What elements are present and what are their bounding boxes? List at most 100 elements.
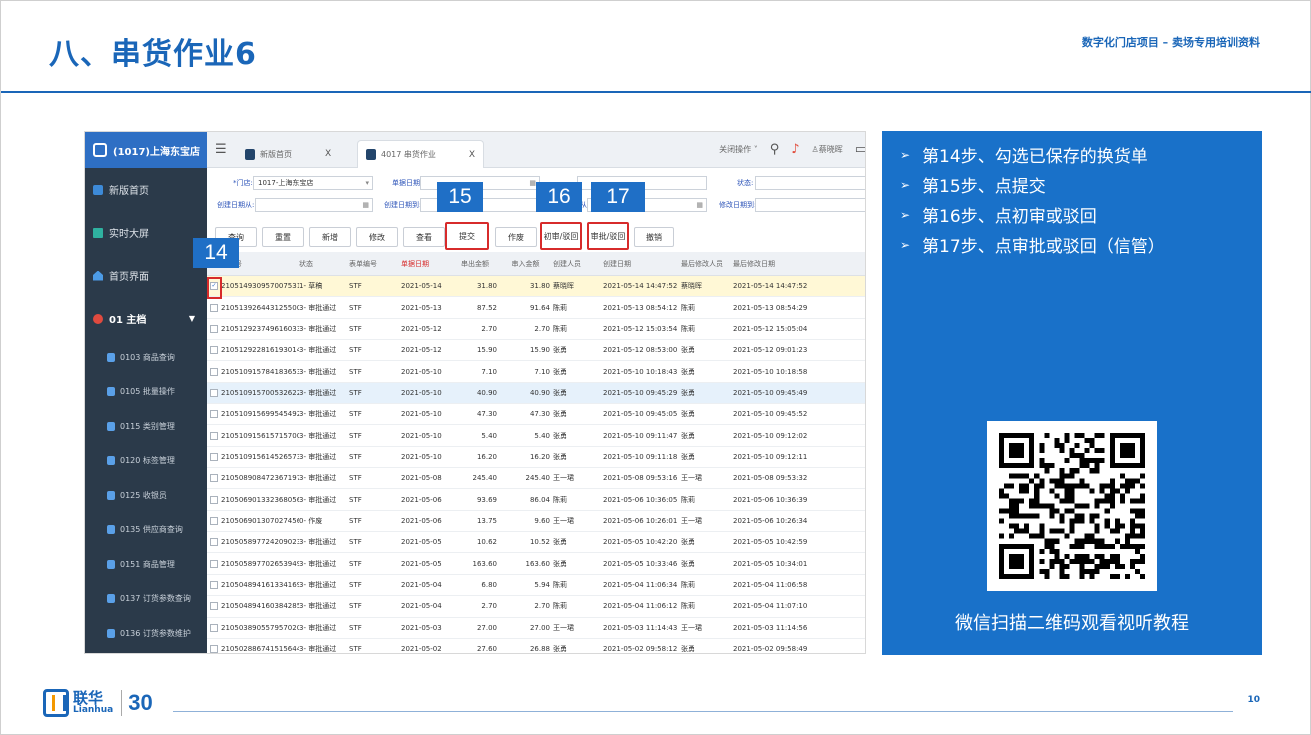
row-checkbox[interactable] [210,388,218,397]
table-cell: 2021-05-04 [401,580,442,589]
row-checkbox[interactable] [210,303,218,312]
sidebar-subitem[interactable]: 0125 收银员 [85,478,207,513]
close-ops-dropdown[interactable]: 关闭操作 ˅ [719,144,758,155]
table-cell: 2021-05-13 08:54:12 [603,303,678,312]
sidebar-subitem[interactable]: 0136 订货参数维护 [85,616,207,651]
sidebar-subitem[interactable]: 0137 订货参数查询 [85,582,207,617]
column-header[interactable]: 最后修改日期 [733,259,811,269]
table-row[interactable]: 210513926443125500...3- 审批通过 STF 2021-05-1… [207,297,865,319]
row-checkbox[interactable] [210,367,218,376]
sidebar-subitem-label: 0151 商品管理 [120,559,175,569]
table-cell: STF [349,495,362,504]
user-name: 蔡晓晖 [818,145,843,154]
tab-new-home[interactable]: 新版首页 X [237,140,339,168]
table-row[interactable]: 210510915700532622...3- 审批通过 STF 2021-05-1… [207,382,865,405]
table-row[interactable]: 210503890557957020...3- 审批通过 STF 2021-05-0… [207,618,865,639]
step-text: 第16步、点初审或驳回 [922,207,1097,227]
bell-icon[interactable]: ♪ [791,142,799,157]
table-row[interactable]: 210506901332368056...3- 审批通过 STF 2021-05-0… [207,489,865,511]
column-header[interactable]: 单据日期 [401,259,453,269]
calendar-icon: ▦ [362,201,369,209]
column-header[interactable]: 创建日期 [603,259,681,269]
table-row[interactable]: 210510915615715700...3- 审批通过 STF 2021-05-1… [207,425,865,447]
sidebar-item-new-home[interactable]: 新版首页 [85,168,207,211]
qr-code[interactable] [987,421,1157,591]
sidebar-subitem[interactable]: 0105 批量操作 [85,375,207,410]
table-row[interactable]: ✓210514930957007531...1- 草稿STF2021-05-14… [207,276,865,298]
column-header[interactable]: 创建人员 [553,259,603,269]
reset-button[interactable]: 重置 [262,227,304,247]
view-button[interactable]: 查看 [403,227,445,247]
sidebar-subitem[interactable]: 0151 商品管理 [85,547,207,582]
table-row[interactable]: 210505897724209023...3- 审批通过 STF 2021-05-0… [207,532,865,554]
sidebar-group-master[interactable]: 01 主档 ▼ [85,297,207,340]
add-button[interactable]: 新增 [309,227,351,247]
column-header[interactable]: 串入金额 [501,259,553,269]
row-checkbox[interactable] [210,602,218,611]
table-row[interactable]: 210506901307027456...0- 作废 STF 2021-05-06 1… [207,511,865,533]
row-checkbox[interactable] [210,516,218,525]
column-header[interactable]: 状态 [299,259,349,269]
table-row[interactable]: 210508908472367197...3- 审批通过 STF 2021-05-0… [207,468,865,490]
column-header[interactable]: 表单编号 [349,259,401,269]
sidebar-subitem[interactable]: 0115 类别管理 [85,409,207,444]
row-checkbox-cell [207,645,221,653]
store-select[interactable]: 1017-上海东宝店 ▾ [253,176,373,190]
column-header[interactable]: 最后修改人员 [681,259,733,269]
row-checkbox-cell [207,346,221,355]
table-row[interactable]: 210510915614526573...3- 审批通过 STF 2021-05-1… [207,447,865,469]
table-cell: 陈莉 [553,495,567,504]
monitor-icon[interactable]: ▭ [855,142,865,157]
sidebar-subitem[interactable]: 0103 商品查询 [85,340,207,375]
created-to-label: 创建日期到: [384,201,422,209]
table-cell: 王一珺 [553,516,574,525]
initial-review-button[interactable]: 初审/驳回 [540,222,582,250]
row-checkbox[interactable] [210,474,218,483]
sidebar-subitem[interactable]: 0120 标签管理 [85,444,207,479]
row-checkbox[interactable] [210,645,218,653]
menu-icon[interactable]: ☰ [215,142,227,157]
table-row[interactable]: 210505897702653949...3- 审批通过 STF 2021-05-0… [207,553,865,575]
table-cell: 3- 审批通过 [299,367,337,376]
created-from-input[interactable]: ▦ [255,198,373,212]
row-checkbox[interactable] [210,346,218,355]
close-icon[interactable]: X [469,150,475,160]
table-cell: STF [349,431,362,440]
row-checkbox[interactable] [210,410,218,419]
row-checkbox-cell [207,367,221,376]
row-checkbox[interactable] [210,623,218,632]
row-checkbox[interactable] [210,324,218,333]
approve-button[interactable]: 审批/驳回 [587,222,629,250]
row-checkbox[interactable] [210,559,218,568]
table-cell: 张勇 [681,431,695,440]
sidebar-subitem[interactable]: 0135 供应商查询 [85,513,207,548]
row-checkbox[interactable] [210,452,218,461]
table-row[interactable]: 210510915699545492...3- 审批通过 STF 2021-05-1… [207,404,865,426]
sidebar-item-home-page[interactable]: 首页界面 [85,254,207,297]
revoke-button[interactable]: 撤销 [634,227,674,247]
table-cell: 2021-05-12 08:53:00 [603,346,678,355]
search-icon[interactable]: ⚲ [770,142,780,157]
void-button[interactable]: 作废 [495,227,537,247]
row-checkbox[interactable] [210,538,218,547]
modified-to-input[interactable] [755,198,865,212]
edit-button[interactable]: 修改 [356,227,398,247]
table-row[interactable]: 210504894160384285...3- 审批通过 STF 2021-05-0… [207,596,865,618]
close-icon[interactable]: X [325,149,331,159]
table-row[interactable]: 210502886741515644...3- 审批通过 STF 2021-05-0… [207,639,865,653]
table-row[interactable]: 210504894161334169...3- 审批通过 STF 2021-05-0… [207,575,865,597]
row-checkbox[interactable] [210,431,218,440]
table-row[interactable]: 210512923749616033...3- 审批通过 STF 2021-05-1… [207,319,865,341]
status-select[interactable] [755,176,865,190]
tab-transfer[interactable]: 4017 串货作业 X [357,140,485,168]
row-checkbox[interactable] [210,495,218,504]
table-cell: 10.62 [476,538,497,547]
table-row[interactable]: 210510915784183653...3- 审批通过 STF 2021-05-1… [207,361,865,383]
user-menu[interactable]: ♙蔡晓晖 [812,144,843,155]
submit-button[interactable]: 提交 [445,222,489,250]
column-header[interactable]: 串出金额 [453,259,501,269]
sidebar-item-realtime-screen[interactable]: 实时大屏 [85,211,207,254]
row-checkbox[interactable] [210,580,218,589]
store-header[interactable]: (1017)上海东宝店 [85,132,207,168]
table-row[interactable]: 210512922816193014...3- 审批通过 STF 2021-05-1… [207,340,865,362]
